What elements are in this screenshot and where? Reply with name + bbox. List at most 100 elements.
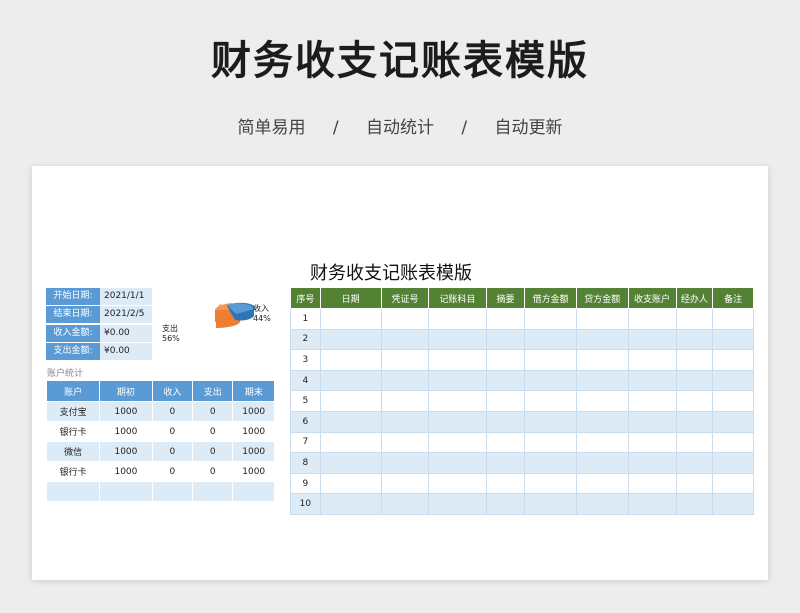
ledger-cell[interactable] — [380, 328, 430, 351]
ledger-cell[interactable] — [712, 328, 754, 351]
ledger-cell[interactable] — [319, 452, 382, 474]
ledger-cell[interactable] — [712, 369, 754, 392]
account-cell[interactable] — [45, 481, 101, 502]
ledger-cell[interactable] — [428, 390, 487, 412]
ledger-cell[interactable] — [428, 349, 487, 371]
ledger-cell[interactable] — [380, 431, 430, 454]
ledger-cell[interactable] — [675, 328, 714, 351]
ledger-cell[interactable] — [319, 390, 382, 412]
account-cell[interactable]: 微信 — [45, 441, 101, 462]
ledger-cell[interactable] — [485, 308, 526, 330]
ledger-cell[interactable] — [319, 493, 382, 515]
ledger-cell[interactable] — [712, 431, 754, 454]
ledger-cell[interactable] — [627, 493, 677, 515]
ledger-cell[interactable] — [380, 369, 430, 392]
ledger-cell[interactable] — [319, 328, 382, 351]
ledger-cell[interactable] — [575, 328, 629, 351]
account-cell[interactable]: 1000 — [232, 421, 275, 442]
ledger-cell[interactable] — [380, 308, 430, 330]
ledger-cell[interactable] — [485, 349, 526, 371]
ledger-cell[interactable] — [712, 390, 754, 412]
account-cell[interactable]: 1000 — [232, 401, 275, 422]
ledger-cell[interactable] — [675, 452, 714, 474]
account-cell[interactable]: 0 — [192, 461, 234, 482]
ledger-cell[interactable] — [575, 349, 629, 371]
ledger-cell[interactable] — [675, 472, 714, 495]
ledger-cell[interactable] — [319, 369, 382, 392]
ledger-cell[interactable] — [524, 308, 577, 330]
ledger-cell[interactable] — [575, 431, 629, 454]
ledger-cell[interactable] — [575, 369, 629, 392]
ledger-cell[interactable] — [675, 493, 714, 515]
ledger-cell[interactable] — [575, 493, 629, 515]
ledger-cell[interactable] — [428, 452, 487, 474]
ledger-cell[interactable] — [627, 328, 677, 351]
ledger-cell[interactable] — [712, 349, 754, 371]
account-cell[interactable] — [99, 481, 153, 502]
ledger-cell[interactable] — [524, 369, 577, 392]
ledger-cell[interactable] — [319, 410, 382, 433]
account-cell[interactable] — [192, 481, 234, 502]
ledger-cell[interactable] — [380, 493, 430, 515]
account-cell[interactable]: 0 — [151, 461, 194, 482]
ledger-cell[interactable] — [627, 472, 677, 495]
ledger-cell[interactable] — [319, 431, 382, 454]
account-cell[interactable] — [232, 481, 275, 502]
ledger-cell[interactable] — [428, 308, 487, 330]
ledger-cell[interactable] — [319, 472, 382, 495]
ledger-cell[interactable] — [712, 308, 754, 330]
ledger-cell[interactable] — [524, 452, 577, 474]
account-cell[interactable]: 0 — [151, 421, 194, 442]
ledger-cell[interactable] — [627, 308, 677, 330]
account-cell[interactable]: 1000 — [232, 441, 275, 462]
ledger-cell[interactable] — [627, 452, 677, 474]
account-cell[interactable]: 0 — [192, 401, 234, 422]
account-cell[interactable]: 0 — [151, 401, 194, 422]
account-cell[interactable]: 银行卡 — [45, 421, 101, 442]
ledger-cell[interactable] — [627, 369, 677, 392]
ledger-cell[interactable] — [524, 493, 577, 515]
start-date-value[interactable]: 2021/1/1 — [100, 288, 152, 305]
account-cell[interactable]: 1000 — [99, 401, 153, 422]
ledger-cell[interactable] — [524, 349, 577, 371]
ledger-cell[interactable] — [524, 472, 577, 495]
ledger-cell[interactable] — [319, 308, 382, 330]
ledger-cell[interactable] — [524, 410, 577, 433]
ledger-cell[interactable] — [380, 390, 430, 412]
ledger-cell[interactable] — [485, 493, 526, 515]
account-cell[interactable]: 0 — [192, 421, 234, 442]
ledger-cell[interactable] — [712, 493, 754, 515]
end-date-value[interactable]: 2021/2/5 — [100, 306, 152, 323]
ledger-cell[interactable] — [712, 472, 754, 495]
ledger-cell[interactable] — [627, 349, 677, 371]
ledger-cell[interactable] — [675, 349, 714, 371]
ledger-cell[interactable] — [485, 369, 526, 392]
ledger-cell[interactable] — [485, 452, 526, 474]
ledger-cell[interactable] — [524, 390, 577, 412]
ledger-cell[interactable] — [627, 431, 677, 454]
ledger-cell[interactable] — [524, 431, 577, 454]
ledger-cell[interactable] — [675, 369, 714, 392]
account-cell[interactable]: 支付宝 — [45, 401, 101, 422]
account-cell[interactable] — [151, 481, 194, 502]
ledger-cell[interactable] — [380, 349, 430, 371]
ledger-cell[interactable] — [575, 452, 629, 474]
ledger-cell[interactable] — [675, 390, 714, 412]
ledger-cell[interactable] — [675, 431, 714, 454]
ledger-cell[interactable] — [675, 308, 714, 330]
account-cell[interactable]: 1000 — [99, 441, 153, 462]
ledger-cell[interactable] — [485, 390, 526, 412]
ledger-cell[interactable] — [485, 472, 526, 495]
ledger-cell[interactable] — [712, 410, 754, 433]
ledger-cell[interactable] — [485, 410, 526, 433]
ledger-cell[interactable] — [485, 328, 526, 351]
account-cell[interactable]: 银行卡 — [45, 461, 101, 482]
ledger-cell[interactable] — [575, 390, 629, 412]
account-cell[interactable]: 0 — [192, 441, 234, 462]
ledger-cell[interactable] — [428, 369, 487, 392]
ledger-cell[interactable] — [575, 308, 629, 330]
ledger-cell[interactable] — [575, 472, 629, 495]
ledger-cell[interactable] — [712, 452, 754, 474]
account-cell[interactable]: 1000 — [232, 461, 275, 482]
ledger-cell[interactable] — [524, 328, 577, 351]
